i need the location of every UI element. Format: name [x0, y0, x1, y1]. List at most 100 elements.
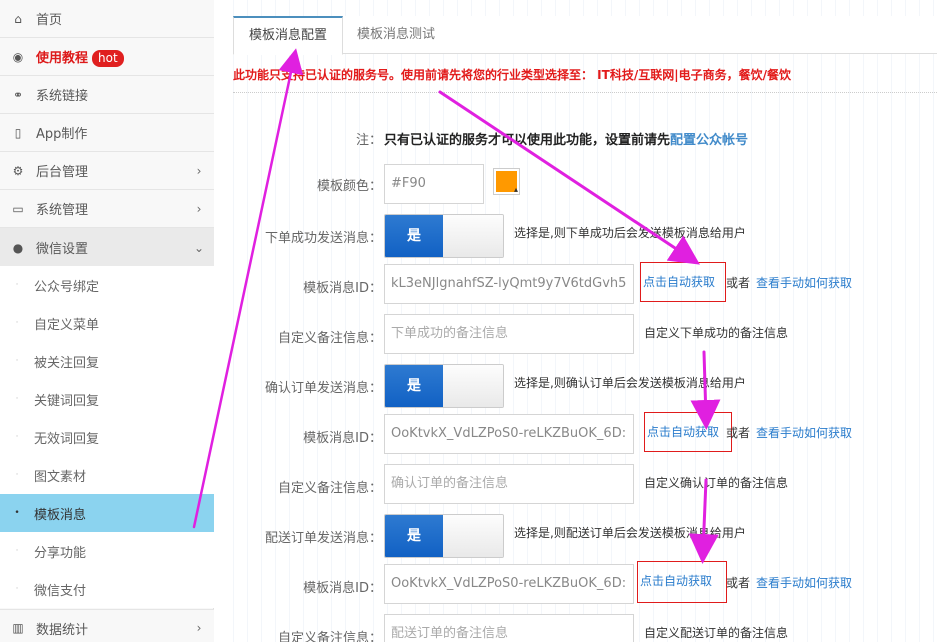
- bullet-icon: ·: [15, 356, 19, 366]
- confirm-order-help: 选择是,则确认订单后会发送模板消息给用户: [514, 376, 746, 390]
- order-success-remark-input[interactable]: 下单成功的备注信息: [384, 314, 634, 354]
- sidebar-item-system-links[interactable]: ⚭ 系统链接: [0, 76, 214, 114]
- sidebar-item-label: 使用教程 hot: [36, 47, 214, 67]
- order-success-toggle[interactable]: 是: [384, 214, 504, 258]
- note-label: 注：: [355, 133, 382, 148]
- remark-help: 自定义配送订单的备注信息: [644, 626, 789, 640]
- or-text: 或者: [726, 276, 751, 290]
- bullet-icon: ·: [15, 546, 19, 556]
- color-input[interactable]: #F90: [384, 164, 484, 204]
- auto-fetch-button[interactable]: 点击自动获取: [640, 262, 726, 302]
- sidebar-item-label: 后台管理: [36, 165, 89, 180]
- or-text: 或者: [726, 426, 751, 440]
- tab-template-config[interactable]: 模板消息配置: [233, 16, 344, 55]
- manual-howto-link[interactable]: 查看手动如何获取: [756, 274, 852, 291]
- remark-help: 自定义下单成功的备注信息: [644, 326, 789, 340]
- bullet-icon: ·: [15, 432, 19, 442]
- sidebar-item-wechat[interactable]: ● 微信设置 ⌄: [0, 228, 214, 268]
- submenu-item-keyword-reply[interactable]: · 关键词回复: [0, 380, 214, 418]
- note-body: 只有已认证的服务才可以使用此功能，设置前请先: [384, 133, 671, 148]
- submenu-item-label: 图文素材: [34, 469, 87, 485]
- auto-fetch-button[interactable]: 点击自动获取: [644, 412, 732, 452]
- delivery-order-help: 选择是,则配送订单后会发送模板消息给用户: [514, 526, 746, 540]
- remark-label: 自定义备注信息：: [277, 631, 382, 642]
- submenu-item-follow-reply[interactable]: · 被关注回复: [0, 342, 214, 380]
- submenu-item-label: 微信支付: [34, 583, 87, 599]
- sidebar-item-tutorial[interactable]: ◉ 使用教程 hot: [0, 38, 214, 76]
- sidebar-item-stats[interactable]: ▥ 数据统计 ›: [0, 609, 214, 642]
- chevron-right-icon: ›: [196, 201, 202, 216]
- industry-notice: 此功能只支持已认证的服务号。使用前请先将您的行业类型选择至： IT科技/互联网|…: [233, 68, 791, 82]
- submenu-item-label: 关键词回复: [34, 393, 100, 409]
- chevron-right-icon: ›: [196, 621, 202, 635]
- submenu-item-invalid-reply[interactable]: · 无效词回复: [0, 418, 214, 456]
- delivery-order-template-id-input[interactable]: OoKtvkX_VdLZPoS0-reLKZBuOK_6D:: [384, 564, 634, 604]
- remark-help: 自定义确认订单的备注信息: [644, 476, 789, 490]
- submenu-item-account-binding[interactable]: · 公众号绑定: [0, 266, 214, 304]
- cogs-icon: ⚙: [12, 163, 24, 178]
- confirm-order-label: 确认订单发送消息：: [264, 381, 382, 396]
- sidebar-item-home[interactable]: ⌂ 首页: [0, 0, 214, 38]
- tab-bar: 模板消息配置 模板消息测试: [233, 16, 937, 55]
- manual-howto-link[interactable]: 查看手动如何获取: [756, 424, 852, 441]
- bullet-icon: •: [14, 508, 20, 518]
- sidebar-item-label: 系统管理: [36, 203, 89, 218]
- manual-howto-link[interactable]: 查看手动如何获取: [756, 574, 852, 591]
- submenu-item-label: 模板消息: [34, 507, 87, 523]
- sidebar-item-system[interactable]: ▭ 系统管理 ›: [0, 190, 214, 228]
- sidebar-item-label: 数据统计: [36, 622, 89, 638]
- order-success-help: 选择是,则下单成功后会发送模板消息给用户: [514, 226, 746, 240]
- hot-badge: hot: [92, 49, 124, 67]
- template-id-label: 模板消息ID：: [303, 581, 382, 596]
- bullet-icon: ·: [15, 318, 19, 328]
- toggle-knob: [443, 365, 503, 407]
- bar-chart-icon: ▥: [12, 621, 24, 635]
- confirm-order-template-id-input[interactable]: OoKtvkX_VdLZPoS0-reLKZBuOK_6D:: [384, 414, 634, 454]
- desktop-icon: ▭: [12, 201, 24, 216]
- tablet-icon: ▯: [14, 125, 22, 140]
- delivery-order-toggle[interactable]: 是: [384, 514, 504, 558]
- color-picker[interactable]: ▴: [493, 168, 520, 195]
- toggle-on-label: 是: [385, 515, 443, 557]
- template-id-label: 模板消息ID：: [303, 431, 382, 446]
- configure-account-link[interactable]: 配置公众帐号: [670, 133, 748, 148]
- submenu-item-label: 无效词回复: [34, 431, 100, 447]
- chevron-down-icon: ⌄: [193, 240, 205, 255]
- sidebar-item-app[interactable]: ▯ App制作: [0, 114, 214, 152]
- tutorial-text: 使用教程: [36, 50, 89, 66]
- bullet-icon: ·: [15, 584, 19, 594]
- submenu-item-template-message[interactable]: • 模板消息: [0, 494, 214, 532]
- template-id-label: 模板消息ID：: [303, 281, 382, 296]
- submenu-item-label: 被关注回复: [34, 355, 100, 371]
- submenu-item-media[interactable]: · 图文素材: [0, 456, 214, 494]
- chevron-right-icon: ›: [196, 163, 202, 178]
- bullet-icon: ·: [15, 280, 19, 290]
- sidebar-item-label: 微信设置: [36, 242, 89, 257]
- sidebar-item-label: 首页: [36, 13, 63, 28]
- confirm-order-toggle[interactable]: 是: [384, 364, 504, 408]
- confirm-order-remark-input[interactable]: 确认订单的备注信息: [384, 464, 634, 504]
- submenu-item-label: 分享功能: [34, 545, 87, 561]
- submenu-item-pay[interactable]: · 微信支付: [0, 570, 214, 608]
- sidebar-item-admin[interactable]: ⚙ 后台管理 ›: [0, 152, 214, 190]
- order-success-label: 下单成功发送消息：: [264, 231, 382, 246]
- note-text: 只有已认证的服务才可以使用此功能，设置前请先配置公众帐号: [384, 129, 748, 148]
- toggle-on-label: 是: [385, 365, 443, 407]
- toggle-on-label: 是: [385, 215, 443, 257]
- sidebar-item-label: 系统链接: [36, 89, 89, 104]
- toggle-knob: [443, 515, 503, 557]
- home-icon: ⌂: [14, 11, 22, 26]
- order-success-template-id-input[interactable]: kL3eNJlgnahfSZ-lyQmt9y7V6tdGvh5: [384, 264, 634, 304]
- main-content: 模板消息配置 模板消息测试 此功能只支持已认证的服务号。使用前请先将您的行业类型…: [233, 0, 937, 642]
- remark-label: 自定义备注信息：: [277, 481, 382, 496]
- auto-fetch-button[interactable]: 点击自动获取: [637, 561, 727, 603]
- delivery-order-remark-input[interactable]: 配送订单的备注信息: [384, 614, 634, 642]
- remark-label: 自定义备注信息：: [277, 331, 382, 346]
- bullet-icon: ·: [15, 470, 19, 480]
- comments-icon: ●: [12, 240, 24, 255]
- submenu-item-custom-menu[interactable]: · 自定义菜单: [0, 304, 214, 342]
- tab-template-test[interactable]: 模板消息测试: [342, 16, 450, 54]
- submenu-item-share[interactable]: · 分享功能: [0, 532, 214, 570]
- color-label: 模板颜色：: [316, 179, 382, 194]
- or-text: 或者: [726, 576, 751, 590]
